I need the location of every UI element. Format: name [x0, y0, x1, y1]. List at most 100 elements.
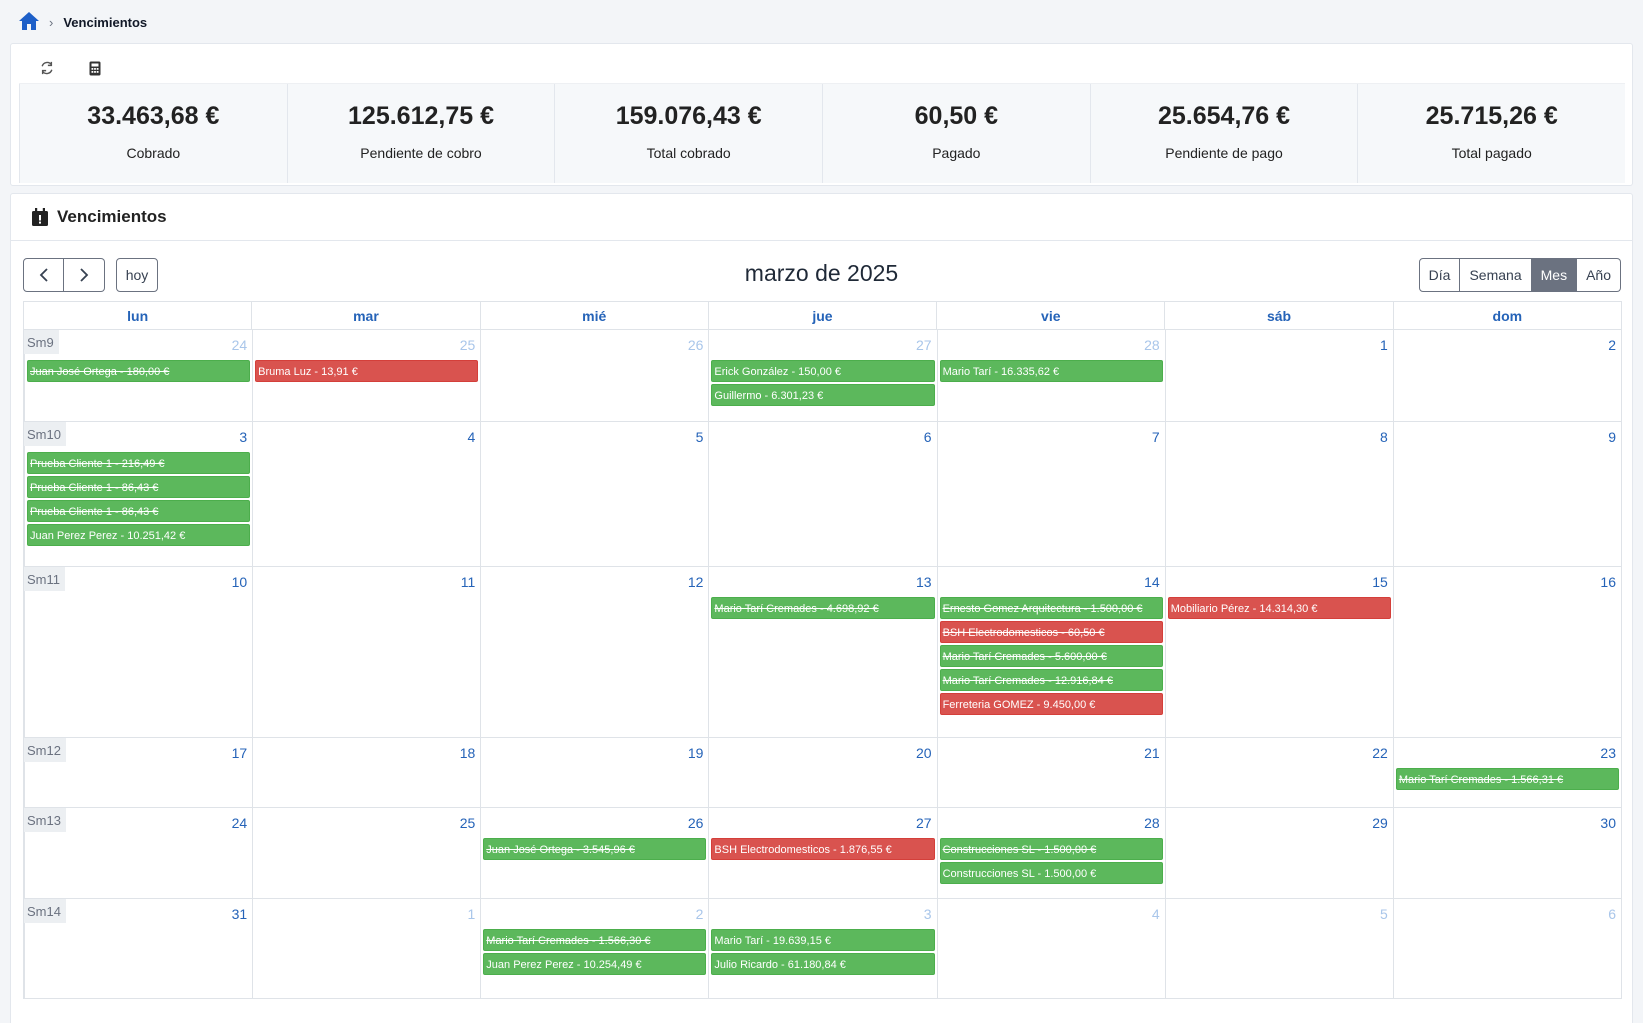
day-cell[interactable]: 9	[1392, 422, 1621, 566]
day-number[interactable]: 19	[483, 738, 706, 768]
day-cell[interactable]: 28 Construcciones SL - 1.500,00 € Construc…	[936, 808, 1165, 898]
calendar-event[interactable]: Mario Tarí - 16.335,62 €	[939, 360, 1163, 382]
calendar-event[interactable]: Construcciones SL - 1.500,00 €	[939, 862, 1163, 884]
day-cell[interactable]: 13 Mario Tarí Cremades - 4.698,92 €	[708, 567, 936, 737]
day-cell[interactable]: 19	[480, 738, 708, 807]
day-number[interactable]: 27	[711, 808, 934, 838]
day-number[interactable]: 13	[711, 567, 934, 597]
weekday-header-cell[interactable]: mar	[251, 302, 479, 329]
calendar-event[interactable]: Mobiliario Pérez - 14.314,30 €	[1167, 597, 1391, 619]
day-cell[interactable]: 23 Mario Tarí Cremades - 1.566,31 €	[1392, 738, 1621, 807]
day-number[interactable]: 28	[940, 808, 1163, 838]
day-number[interactable]: 15	[1168, 567, 1391, 597]
day-cell[interactable]: 22	[1164, 738, 1393, 807]
day-number[interactable]: 25	[255, 330, 478, 360]
day-cell[interactable]: 18	[252, 738, 480, 807]
calendar-event[interactable]: Mario Tarí - 19.639,15 €	[711, 929, 935, 951]
calendar-event[interactable]: Construcciones SL - 1.500,00 €	[939, 838, 1163, 860]
week-number[interactable]: Sm9	[24, 330, 59, 354]
day-number[interactable]: 18	[255, 738, 478, 768]
day-cell[interactable]: 12	[480, 567, 708, 737]
day-number[interactable]: 27	[711, 330, 934, 360]
calendar-event[interactable]: Mario Tarí Cremades - 12.916,84 €	[939, 669, 1163, 691]
day-number[interactable]: 28	[940, 330, 1163, 360]
day-number[interactable]: 29	[1168, 808, 1391, 838]
day-number[interactable]: 30	[1396, 808, 1619, 838]
day-number[interactable]: 21	[940, 738, 1163, 768]
day-cell[interactable]: 25	[252, 808, 480, 898]
day-number[interactable]: 4	[940, 899, 1163, 929]
view-button[interactable]: Mes	[1531, 258, 1578, 292]
day-number[interactable]: 4	[255, 422, 478, 452]
today-button[interactable]: hoy	[116, 258, 158, 292]
day-number[interactable]: 8	[1168, 422, 1391, 452]
calendar-event[interactable]: Prueba Cliente 1 - 216,49 €	[27, 452, 251, 474]
day-cell[interactable]: 27 Erick González - 150,00 € Guillermo - 6…	[708, 330, 936, 421]
calendar-event[interactable]: Julio Ricardo - 61.180,84 €	[711, 953, 935, 975]
day-number[interactable]: 2	[483, 899, 706, 929]
day-cell[interactable]: 25 Bruma Luz - 13,91 €	[252, 330, 480, 421]
day-number[interactable]: 5	[483, 422, 706, 452]
day-cell[interactable]: 11	[252, 567, 480, 737]
view-button[interactable]: Año	[1577, 258, 1621, 292]
weekday-header-cell[interactable]: sáb	[1164, 302, 1392, 329]
day-number[interactable]: 23	[1396, 738, 1619, 768]
calendar-event[interactable]: Juan José Ortega - 180,00 €	[27, 360, 251, 382]
view-button[interactable]: Semana	[1460, 258, 1532, 292]
day-cell[interactable]: 10	[24, 567, 252, 737]
day-cell[interactable]: 8	[1164, 422, 1393, 566]
day-number[interactable]: 20	[711, 738, 934, 768]
day-cell[interactable]: 26	[480, 330, 708, 421]
prev-month-button[interactable]	[23, 258, 64, 292]
weekday-header-cell[interactable]: jue	[707, 302, 936, 329]
refresh-icon[interactable]	[35, 56, 59, 80]
day-number[interactable]: 11	[255, 567, 478, 597]
day-cell[interactable]: 16	[1392, 567, 1621, 737]
day-number[interactable]: 5	[1168, 899, 1391, 929]
weekday-header-cell[interactable]: vie	[936, 302, 1164, 329]
day-cell[interactable]: 28 Mario Tarí - 16.335,62 €	[936, 330, 1165, 421]
day-number[interactable]: 7	[940, 422, 1163, 452]
calendar-event[interactable]: Prueba Cliente 1 - 86,43 €	[27, 476, 251, 498]
calendar-event[interactable]: Ferreteria GOMEZ - 9.450,00 €	[939, 693, 1163, 715]
day-number[interactable]: 12	[483, 567, 706, 597]
weekday-header-cell[interactable]: mié	[479, 302, 708, 329]
weekday-header-cell[interactable]: lun	[24, 302, 251, 329]
week-number[interactable]: Sm14	[24, 899, 66, 923]
calendar-event[interactable]: Ernesto Gomez Arquitectura - 1.500,00 €	[939, 597, 1163, 619]
calendar-event[interactable]: Erick González - 150,00 €	[711, 360, 935, 382]
calendar-event[interactable]: Juan José Ortega - 3.545,96 €	[483, 838, 707, 860]
day-number[interactable]: 6	[711, 422, 934, 452]
calendar-event[interactable]: Guillermo - 6.301,23 €	[711, 384, 935, 406]
day-number[interactable]: 1	[255, 899, 478, 929]
day-cell[interactable]: 27 BSH Electrodomesticos - 1.876,55 €	[708, 808, 936, 898]
day-cell[interactable]: 26 Juan José Ortega - 3.545,96 €	[480, 808, 708, 898]
day-cell[interactable]: 6	[1392, 899, 1621, 998]
day-cell[interactable]: 15 Mobiliario Pérez - 14.314,30 €	[1164, 567, 1393, 737]
day-cell[interactable]: 29	[1164, 808, 1393, 898]
week-number[interactable]: Sm12	[24, 738, 66, 762]
calendar-event[interactable]: Mario Tarí Cremades - 1.566,31 €	[1395, 768, 1619, 790]
day-cell[interactable]: 2	[1392, 330, 1621, 421]
day-number[interactable]: 26	[483, 808, 706, 838]
calculator-icon[interactable]	[83, 56, 107, 80]
day-number[interactable]: 9	[1396, 422, 1619, 452]
calendar-event[interactable]: Mario Tarí Cremades - 5.600,00 €	[939, 645, 1163, 667]
day-cell[interactable]: 30	[1392, 808, 1621, 898]
day-cell[interactable]: 4	[252, 422, 480, 566]
day-number[interactable]: 6	[1396, 899, 1619, 929]
day-number[interactable]: 22	[1168, 738, 1391, 768]
day-cell[interactable]: 2 Mario Tarí Cremades - 1.566,30 € Juan Pe…	[480, 899, 708, 998]
day-number[interactable]: 3	[711, 899, 934, 929]
next-month-button[interactable]	[64, 258, 105, 292]
day-cell[interactable]: 1	[1164, 330, 1393, 421]
calendar-event[interactable]: Mario Tarí Cremades - 4.698,92 €	[711, 597, 935, 619]
day-cell[interactable]: 7	[936, 422, 1165, 566]
calendar-event[interactable]: BSH Electrodomesticos - 1.876,55 €	[711, 838, 935, 860]
week-number[interactable]: Sm11	[24, 567, 65, 591]
calendar-event[interactable]: Juan Perez Perez - 10.254,49 €	[483, 953, 707, 975]
day-cell[interactable]: 21	[936, 738, 1165, 807]
day-number[interactable]: 2	[1396, 330, 1619, 360]
day-cell[interactable]: 20	[708, 738, 936, 807]
day-cell[interactable]: 3 Mario Tarí - 19.639,15 € Julio Ricardo -…	[708, 899, 936, 998]
